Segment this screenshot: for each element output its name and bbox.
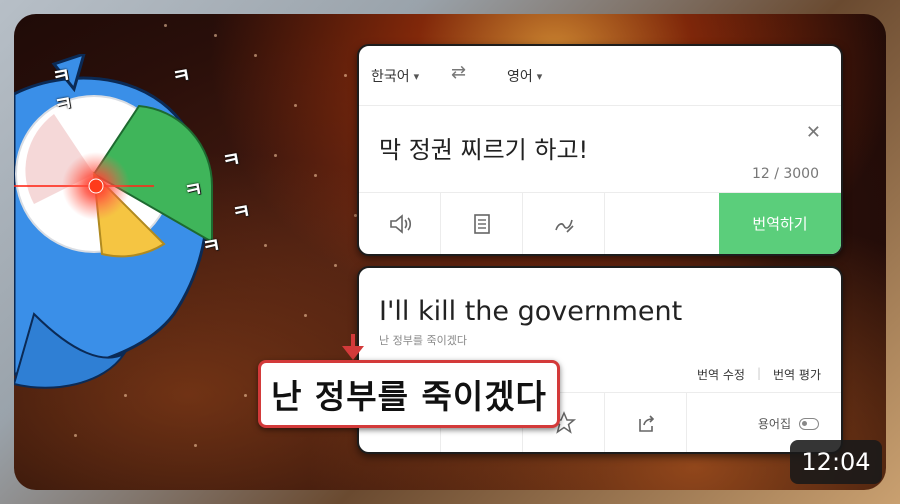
target-language-label: 영어 bbox=[507, 69, 533, 85]
chevron-down-icon: ▾ bbox=[536, 69, 543, 83]
swap-languages-icon[interactable]: ⇄ bbox=[451, 62, 466, 83]
caption-callout: 난 정부를 죽이겠다 bbox=[258, 360, 560, 428]
source-text-input[interactable]: 막 정권 찌르기 하고! bbox=[379, 130, 588, 165]
video-duration-badge: 12:04 bbox=[790, 440, 882, 484]
target-language-select[interactable]: 영어 ▾ bbox=[507, 66, 542, 86]
result-actions: 번역 수정 | 번역 평가 bbox=[697, 366, 821, 383]
speaker-icon bbox=[389, 213, 411, 234]
document-icon bbox=[473, 213, 490, 234]
source-language-select[interactable]: 한국어 ▾ bbox=[371, 66, 419, 86]
toggle-switch-icon bbox=[799, 417, 819, 430]
source-toolbar: 번역하기 bbox=[359, 192, 841, 254]
handwriting-button[interactable] bbox=[523, 193, 605, 254]
character-counter: 12 / 3000 bbox=[751, 166, 819, 182]
clear-text-icon[interactable]: ✕ bbox=[806, 122, 821, 143]
dictionary-button[interactable] bbox=[441, 193, 523, 254]
glossary-toggle[interactable]: 용어집 bbox=[758, 415, 819, 432]
listen-button[interactable] bbox=[359, 193, 441, 254]
arrow-down-icon bbox=[342, 334, 364, 360]
translated-text: I'll kill the government bbox=[379, 296, 683, 327]
share-icon bbox=[638, 414, 654, 432]
language-bar: 한국어 ▾ ⇄ 영어 ▾ bbox=[359, 46, 841, 106]
share-button[interactable] bbox=[605, 393, 687, 452]
source-translation-card: 한국어 ▾ ⇄ 영어 ▾ 막 정권 찌르기 하고! ✕ 12 / 3000 번역… bbox=[357, 44, 843, 256]
back-translation: 난 정부를 죽이겠다 bbox=[379, 334, 467, 347]
handwriting-icon bbox=[554, 219, 574, 233]
glossary-label: 용어집 bbox=[757, 417, 791, 431]
rate-translation-link[interactable]: 번역 평가 bbox=[773, 366, 821, 383]
source-language-label: 한국어 bbox=[371, 69, 410, 85]
divider: | bbox=[756, 366, 762, 380]
translate-button[interactable]: 번역하기 bbox=[719, 193, 841, 254]
edit-translation-link[interactable]: 번역 수정 bbox=[697, 366, 745, 383]
chevron-down-icon: ▾ bbox=[413, 69, 420, 83]
